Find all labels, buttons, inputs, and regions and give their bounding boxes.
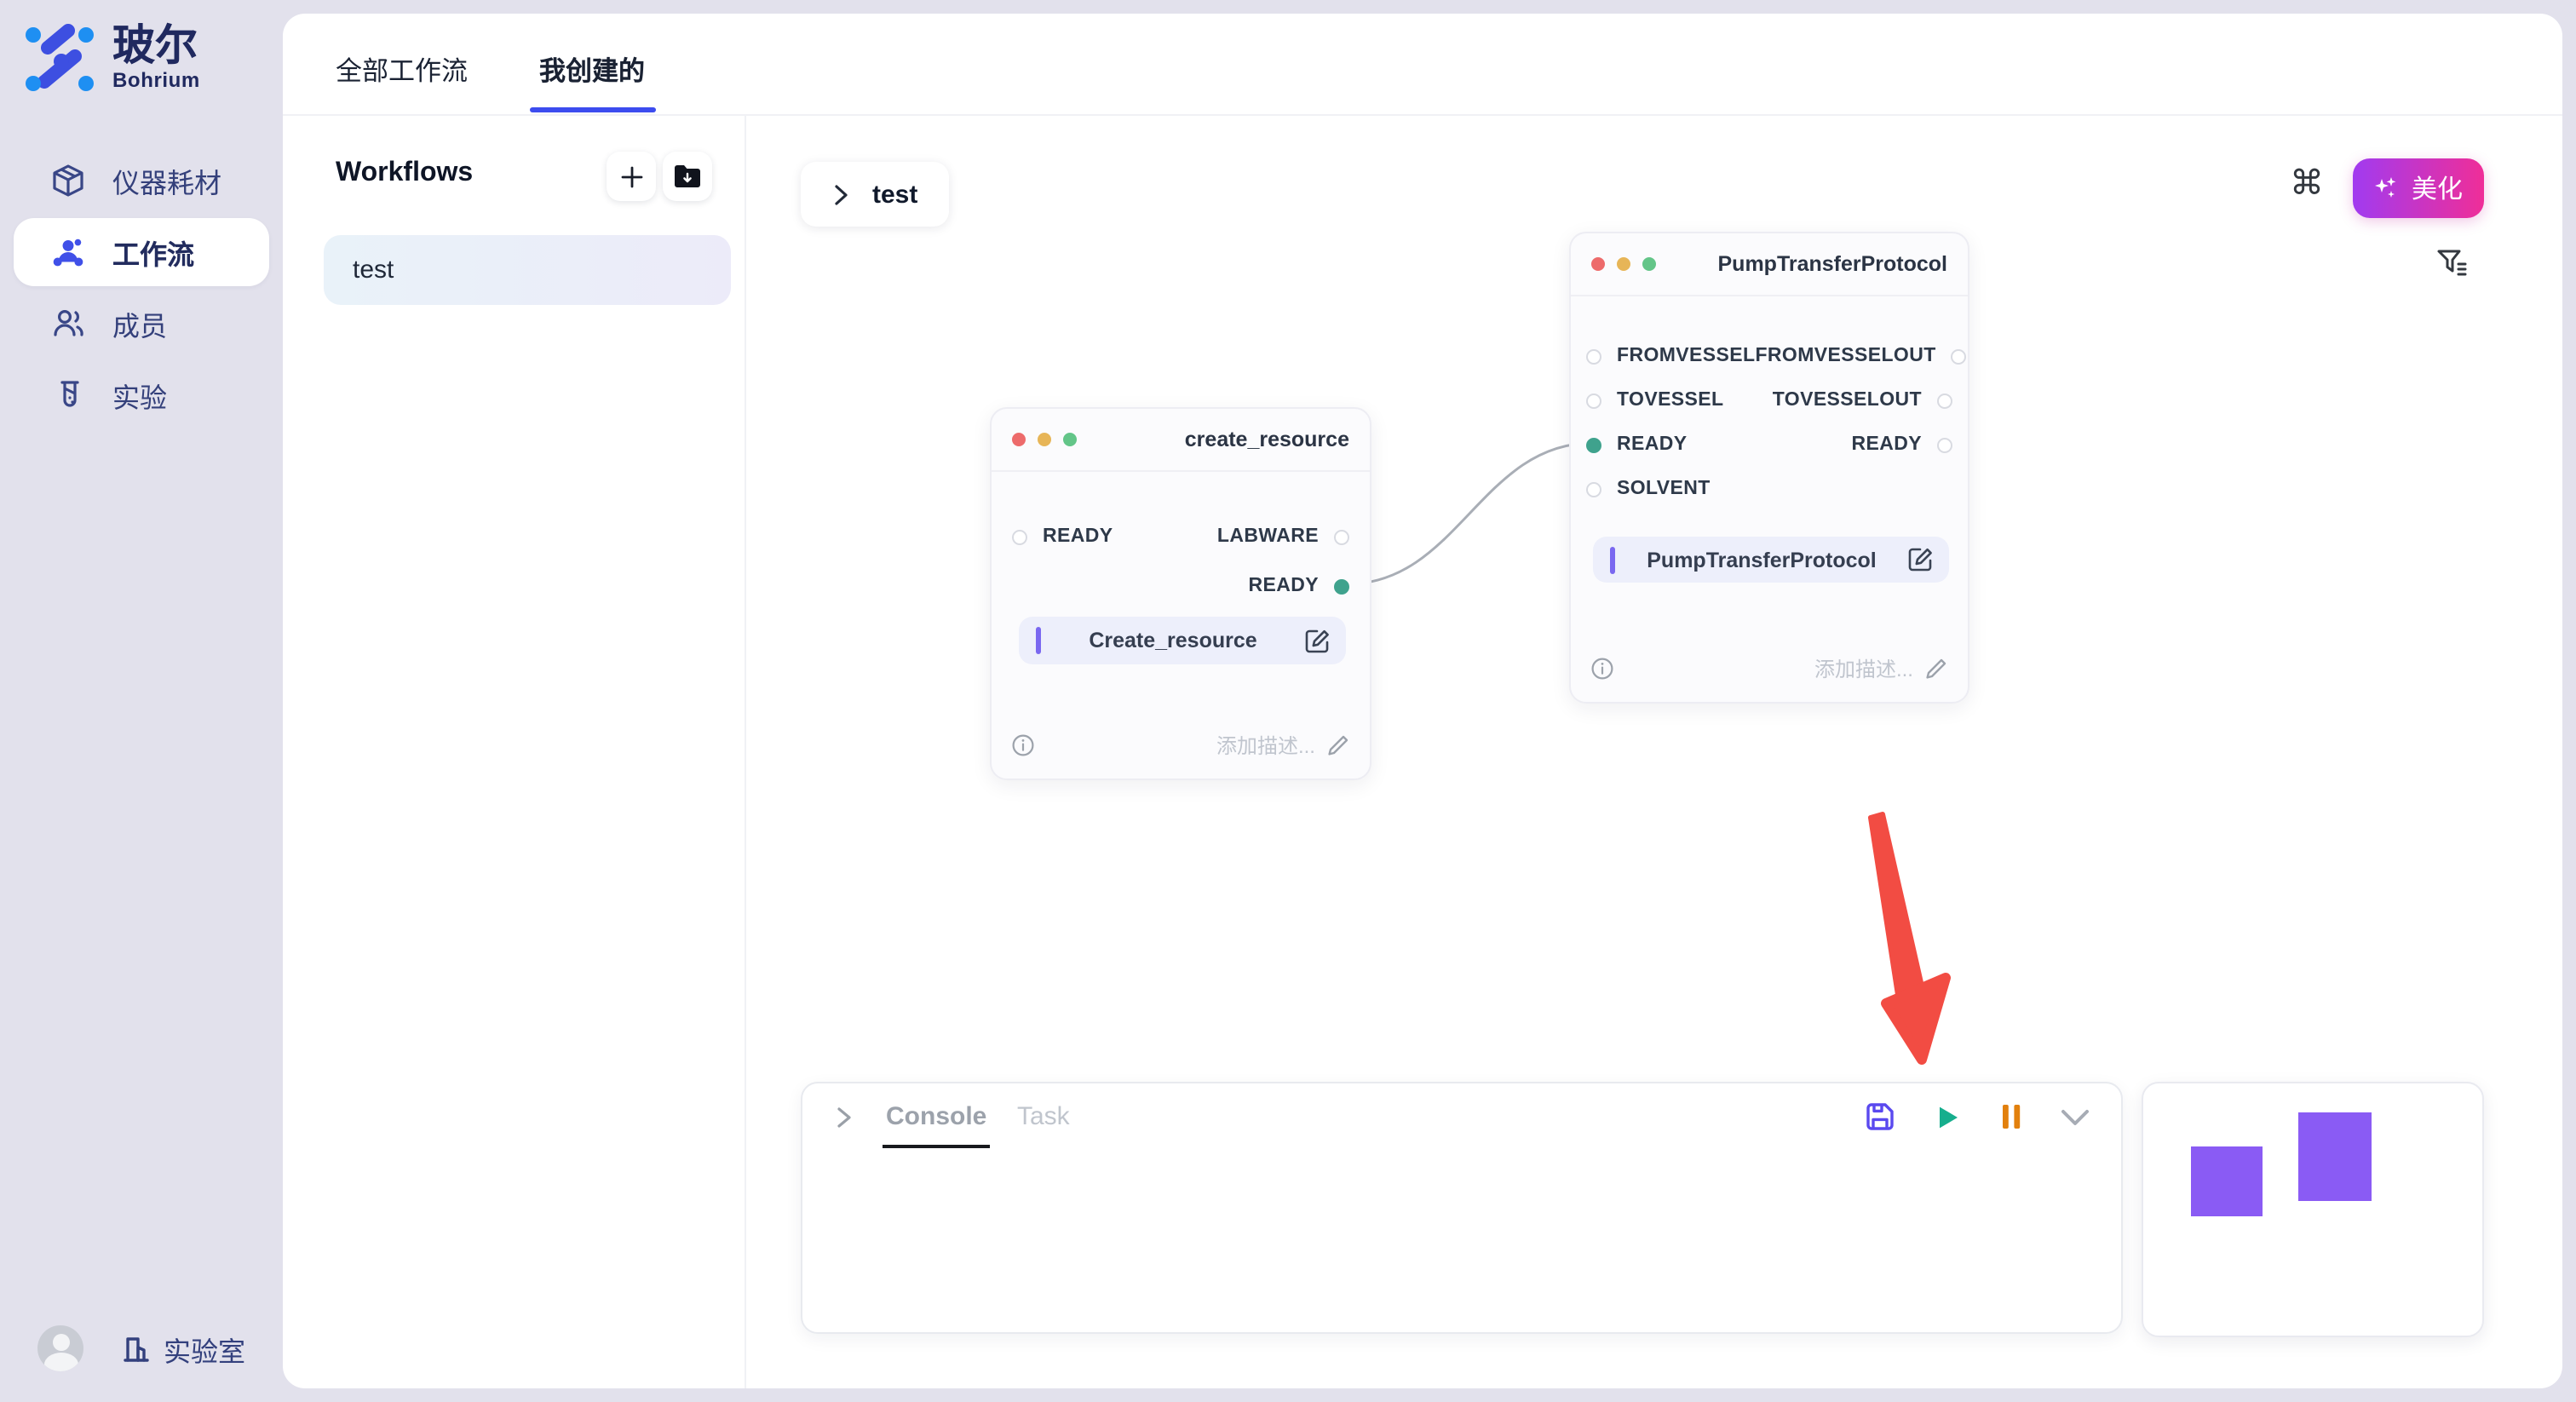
edge-create-to-pump <box>1346 443 1593 584</box>
port-ready-out[interactable] <box>1937 437 1952 452</box>
sidebar-item-instruments[interactable]: 仪器耗材 <box>14 147 269 215</box>
sidebar: 玻尔 Bohrium 仪器耗材 <box>0 0 283 1402</box>
port-row: READY <box>1012 572 1349 600</box>
node-create-resource[interactable]: create_resource READY LABWARE READY <box>990 407 1371 780</box>
port-ready-in[interactable] <box>1012 529 1027 544</box>
console-panel: Console Task <box>801 1082 2123 1334</box>
box-icon <box>51 164 85 198</box>
port-fromvesselout-out[interactable] <box>1952 348 1967 364</box>
tab-task[interactable]: Task <box>1017 1102 1070 1131</box>
play-icon[interactable] <box>1932 1101 1963 1132</box>
import-folder-button[interactable] <box>663 152 712 201</box>
logo-title: 玻尔 <box>112 24 200 68</box>
info-icon[interactable] <box>1012 734 1034 756</box>
port-row: FROMVESSEL FROMVESSELOUT <box>1586 342 1952 370</box>
save-icon[interactable] <box>1864 1100 1896 1133</box>
chevron-down-icon[interactable] <box>2060 1106 2090 1127</box>
app-root: 玻尔 Bohrium 仪器耗材 <box>0 0 2576 1402</box>
sidebar-item-members[interactable]: 成员 <box>14 290 269 358</box>
sidebar-item-label: 工作流 <box>112 232 194 273</box>
node-header: create_resource <box>992 409 1370 472</box>
port-ready-in[interactable] <box>1586 437 1601 452</box>
main-card: 全部工作流 我创建的 Workflows <box>283 14 2562 1388</box>
plus-icon <box>618 163 645 190</box>
pause-icon[interactable] <box>1998 1102 2024 1131</box>
sidebar-item-experiments[interactable]: 实验 <box>14 361 269 429</box>
add-workflow-button[interactable] <box>607 152 656 201</box>
workflow-tabs: 全部工作流 我创建的 <box>336 51 645 112</box>
node-title: PumpTransferProtocol <box>1718 252 1948 276</box>
minimap[interactable] <box>2142 1082 2484 1337</box>
panel-divider <box>745 116 746 1388</box>
workflow-people-icon <box>51 235 85 269</box>
sidebar-item-workflow[interactable]: 工作流 <box>14 218 269 286</box>
experiment-icon <box>51 378 85 412</box>
bohrium-logo[interactable]: 玻尔 Bohrium <box>24 24 200 95</box>
red-arrow-annotation <box>1871 814 1946 1060</box>
node-pill-create-resource[interactable]: Create_resource <box>1019 617 1346 664</box>
port-row: READY LABWARE <box>1012 523 1349 550</box>
tab-all-workflows[interactable]: 全部工作流 <box>336 51 468 112</box>
port-tovessel-in[interactable] <box>1586 393 1601 408</box>
minimap-node <box>2298 1112 2372 1201</box>
port-fromvessel-in[interactable] <box>1586 348 1601 364</box>
node-pump-transfer-protocol[interactable]: PumpTransferProtocol FROMVESSEL FROMVESS… <box>1569 232 1969 704</box>
port-row: TOVESSEL TOVESSELOUT <box>1586 387 1952 414</box>
folder-download-icon <box>673 164 702 189</box>
edit-icon[interactable] <box>1908 547 1934 572</box>
console-actions <box>1864 1100 2090 1133</box>
beautify-button[interactable]: 美化 <box>2353 158 2484 218</box>
pencil-icon <box>1925 658 1947 680</box>
info-icon[interactable] <box>1591 658 1613 680</box>
description-placeholder[interactable]: 添加描述... <box>1814 654 1947 683</box>
members-icon <box>51 307 85 341</box>
avatar[interactable] <box>37 1325 83 1371</box>
bohrium-logo-icon <box>24 24 95 95</box>
traffic-dots-icon <box>1591 257 1656 271</box>
node-title: create_resource <box>1185 428 1349 451</box>
traffic-dots-icon <box>1012 433 1077 446</box>
edit-icon[interactable] <box>1305 628 1331 653</box>
lab-selector[interactable]: 实验室 <box>121 1328 245 1369</box>
port-row: SOLVENT <box>1586 475 1952 503</box>
port-tovesselout-out[interactable] <box>1937 393 1952 408</box>
tabbar-divider <box>283 114 2562 116</box>
command-icon[interactable]: ⌘ <box>2290 167 2324 201</box>
beautify-label: 美化 <box>2412 170 2463 206</box>
sidebar-item-label: 成员 <box>112 303 167 344</box>
sidebar-item-label: 实验 <box>112 375 167 416</box>
logo-subtitle: Bohrium <box>112 68 200 92</box>
sidebar-menu: 仪器耗材 工作流 <box>0 143 283 433</box>
filter-icon[interactable] <box>2436 249 2469 279</box>
minimap-node <box>2191 1146 2263 1216</box>
description-placeholder[interactable]: 添加描述... <box>1216 731 1349 760</box>
sidebar-item-label: 仪器耗材 <box>112 160 221 201</box>
node-header: PumpTransferProtocol <box>1571 233 1968 296</box>
tab-console[interactable]: Console <box>886 1102 986 1131</box>
breadcrumb-label: test <box>872 180 917 209</box>
port-row: READY READY <box>1586 431 1952 458</box>
tab-my-created[interactable]: 我创建的 <box>539 51 645 112</box>
chevron-right-icon[interactable] <box>833 1106 854 1129</box>
sparkles-icon <box>2374 175 2400 201</box>
workflow-list-item-test[interactable]: test <box>324 235 731 305</box>
sidebar-footer: 实验室 <box>0 1325 283 1371</box>
workflow-item-name: test <box>353 256 394 284</box>
port-ready-out[interactable] <box>1334 578 1349 594</box>
node-footer: 添加描述... <box>1012 731 1349 760</box>
pencil-icon <box>1327 734 1349 756</box>
node-footer: 添加描述... <box>1591 654 1947 683</box>
breadcrumb[interactable]: test <box>801 162 948 227</box>
workflows-actions <box>607 152 712 201</box>
workflows-panel-title: Workflows <box>336 158 473 189</box>
lab-label: 实验室 <box>164 1328 245 1369</box>
chevron-right-icon <box>831 183 850 205</box>
building-icon <box>121 1333 152 1364</box>
node-pill-pump-transfer[interactable]: PumpTransferProtocol <box>1593 537 1949 583</box>
port-solvent-in[interactable] <box>1586 481 1601 497</box>
port-labware-out[interactable] <box>1334 529 1349 544</box>
